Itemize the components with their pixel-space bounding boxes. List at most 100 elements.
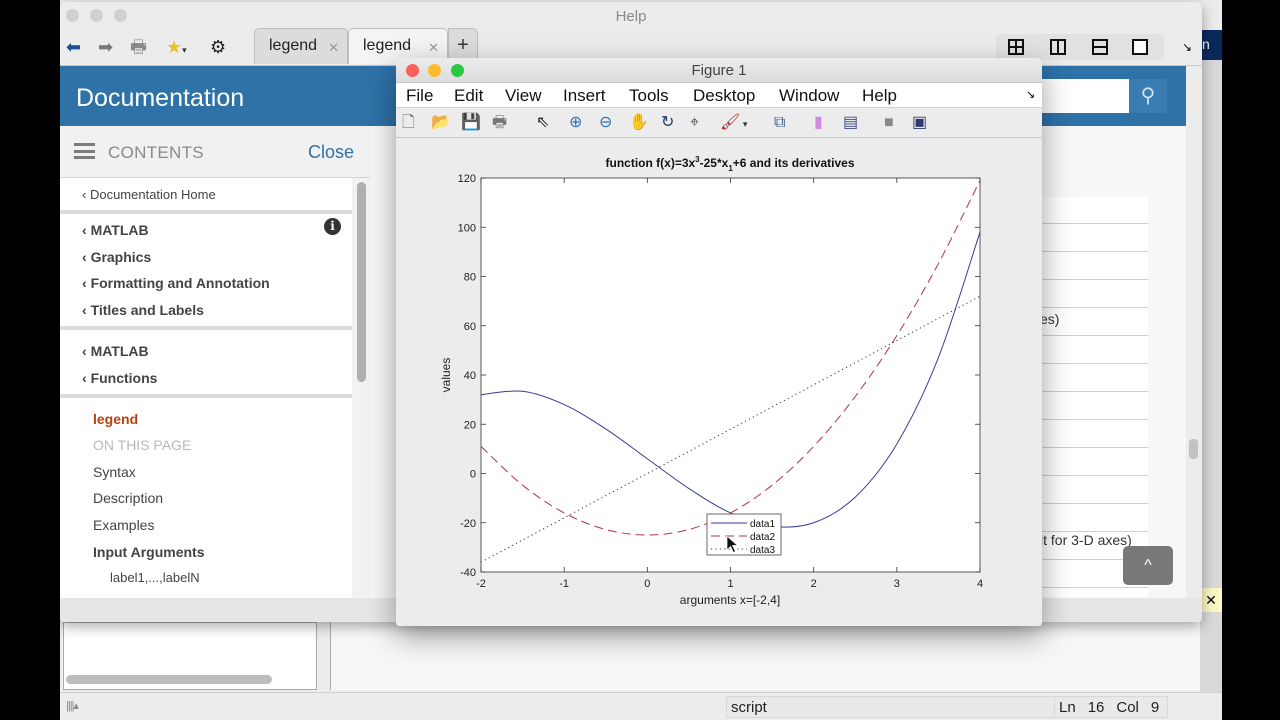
back-to-top-button[interactable]: ^ <box>1123 546 1173 585</box>
zoom-in-icon[interactable]: ⊕ <box>569 114 582 132</box>
doc-table-text: lt for 3-D axes) <box>1040 532 1132 548</box>
legend-label-data2: data2 <box>750 532 775 543</box>
y-tick-label: -20 <box>460 518 476 530</box>
show-plot-tools-icon[interactable]: ▣ <box>912 114 927 132</box>
y-tick-label: 60 <box>464 321 476 333</box>
layout-grip-icon[interactable]: ||||▴ <box>66 699 92 715</box>
x-tick-label: 0 <box>644 578 650 590</box>
menu-window[interactable]: Window <box>779 86 839 106</box>
split-horizontal-icon[interactable] <box>1092 39 1108 55</box>
figure-menubar: File Edit View Insert Tools Desktop Wind… <box>396 82 1042 108</box>
favorites-star-icon[interactable]: ★▾ <box>166 38 187 59</box>
new-figure-icon[interactable]: 🗋 <box>402 114 415 132</box>
toc-label: MATLAB <box>90 343 149 359</box>
toc-item-documentation-home[interactable]: ‹ Documentation Home <box>82 187 216 202</box>
y-tick-label: -40 <box>460 567 476 579</box>
close-icon[interactable]: ✕ <box>1200 588 1222 612</box>
col-label: Col <box>1116 699 1139 716</box>
doc-table-text: es) <box>1040 311 1060 327</box>
line-label: Ln <box>1059 699 1076 716</box>
toc-item-matlab-2[interactable]: ‹ MATLAB <box>82 343 149 359</box>
settings-gear-icon[interactable]: ⚙ <box>210 38 226 56</box>
search-input[interactable] <box>1040 79 1130 113</box>
y-tick-label: 40 <box>464 370 476 382</box>
info-icon[interactable]: i <box>324 218 341 235</box>
tab-label: legend <box>269 37 318 54</box>
y-axis-label: values <box>439 358 453 393</box>
toc-item-input-arguments[interactable]: Input Arguments <box>93 544 204 560</box>
toc-item-syntax[interactable]: Syntax <box>93 464 136 480</box>
toc-item-functions[interactable]: ‹ Functions <box>82 370 157 386</box>
save-icon[interactable]: 💾 <box>461 114 481 132</box>
toc-scrollbar[interactable] <box>357 182 366 382</box>
data-cursor-icon[interactable]: ⌖ <box>690 114 699 132</box>
legend-label-data3: data3 <box>750 545 775 556</box>
y-tick-label: 20 <box>464 419 476 431</box>
toc-item-description[interactable]: Description <box>93 490 163 506</box>
hide-plot-tools-icon[interactable]: ■ <box>884 114 894 132</box>
pan-hand-icon[interactable]: ✋ <box>629 114 649 132</box>
forward-icon[interactable]: ➡ <box>98 38 113 56</box>
y-tick-label: 100 <box>458 222 476 234</box>
legend-icon[interactable]: ▤ <box>843 114 858 132</box>
toc-label: Documentation Home <box>89 187 216 202</box>
close-tab-icon[interactable]: ✕ <box>428 40 439 56</box>
line-number: 16 <box>1087 699 1105 716</box>
dock-icon[interactable]: ↘ <box>1026 88 1035 101</box>
search-button[interactable]: ⚲ <box>1129 79 1167 113</box>
zoom-out-icon[interactable]: ⊖ <box>599 114 612 132</box>
grid-2x2-icon[interactable] <box>1008 39 1024 55</box>
split-vertical-icon[interactable] <box>1050 39 1066 55</box>
toc-label: Functions <box>90 370 158 386</box>
toc-label: MATLAB <box>90 222 149 238</box>
print-icon[interactable]: 🖶 <box>492 114 507 132</box>
doc-title: Documentation <box>76 84 245 112</box>
menu-help[interactable]: Help <box>862 86 897 106</box>
x-tick-label: -1 <box>559 578 569 590</box>
rotate-3d-icon[interactable]: ↻ <box>661 114 674 132</box>
edit-plot-arrow-icon[interactable]: ⇖ <box>536 114 549 132</box>
menu-insert[interactable]: Insert <box>563 86 606 106</box>
hamburger-menu-icon[interactable] <box>74 143 95 159</box>
close-tab-icon[interactable]: ✕ <box>328 40 339 56</box>
colorbar-icon[interactable]: ▮ <box>814 114 823 132</box>
editor-panel <box>330 622 1222 690</box>
figure-titlebar: Figure 1 <box>396 58 1042 82</box>
menu-tools[interactable]: Tools <box>629 86 669 106</box>
menu-file[interactable]: File <box>406 86 433 106</box>
on-this-page-label: ON THIS PAGE <box>93 437 192 453</box>
toc-item-examples[interactable]: Examples <box>93 517 154 533</box>
menu-view[interactable]: View <box>505 86 542 106</box>
brush-icon[interactable]: 🖌 ▾ <box>720 114 747 133</box>
contents-label: CONTENTS <box>108 143 204 162</box>
undock-icon[interactable]: ↘ <box>1182 40 1192 54</box>
horizontal-scrollbar[interactable] <box>66 675 272 684</box>
link-plot-icon[interactable]: ⧉ <box>774 114 785 132</box>
menu-edit[interactable]: Edit <box>454 86 483 106</box>
menu-desktop[interactable]: Desktop <box>693 86 755 106</box>
toc-item-formatting[interactable]: ‹ Formatting and Annotation <box>82 275 270 291</box>
doc-scrollbar[interactable] <box>1189 439 1198 459</box>
chart-title: function f(x)=3x3-25*x1+6 and its deriva… <box>606 155 855 173</box>
search-icon: ⚲ <box>1140 85 1156 107</box>
back-icon[interactable]: ⬅ <box>66 38 81 56</box>
y-tick-label: 80 <box>464 272 476 284</box>
toc-item-matlab[interactable]: ‹ MATLAB <box>82 222 149 238</box>
toc-item-graphics[interactable]: ‹ Graphics <box>82 249 151 265</box>
open-file-icon[interactable]: 📂 <box>431 114 451 132</box>
legend[interactable]: data1 data2 data3 <box>706 513 782 556</box>
layout-buttons <box>996 34 1164 60</box>
toc-label: Formatting and Annotation <box>90 275 270 291</box>
tab-legend-1[interactable]: legend ✕ <box>254 28 348 64</box>
toc-item-legend[interactable]: legend <box>93 411 138 427</box>
right-edge-panel: n ✕ <box>1200 30 1222 700</box>
close-contents-link[interactable]: Close <box>308 142 354 163</box>
partial-label: n <box>1200 30 1222 60</box>
toc-item-titles-labels[interactable]: ‹ Titles and Labels <box>82 302 204 318</box>
x-tick-label: 3 <box>894 578 900 590</box>
print-icon[interactable]: 🖶 <box>130 38 147 56</box>
single-pane-icon[interactable] <box>1132 39 1148 55</box>
status-file-type: script <box>726 696 1056 718</box>
toc-item-label-args[interactable]: label1,...,labelN <box>110 570 200 585</box>
x-axis-label: arguments x=[-2,4] <box>680 593 780 607</box>
